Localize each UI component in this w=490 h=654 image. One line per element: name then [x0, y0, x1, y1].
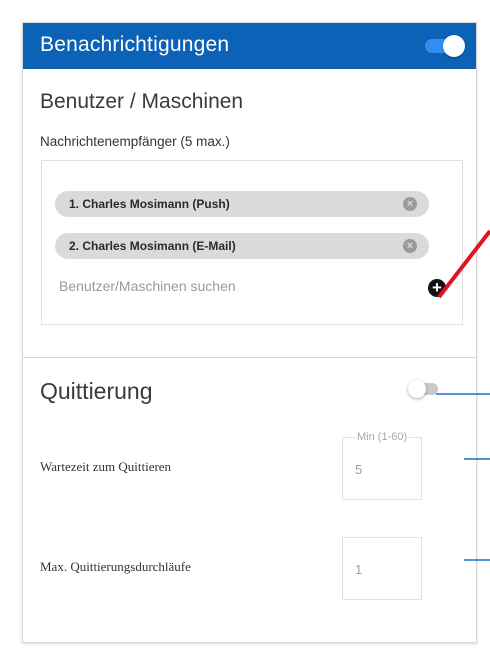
wait-time-value: 5 [355, 462, 363, 477]
notifications-toggle[interactable] [423, 35, 465, 57]
toggle-knob [443, 35, 465, 57]
plus-circle-icon[interactable]: + [428, 279, 446, 297]
recipients-box: 1. Charles Mosimann (Push) × 2. Charles … [41, 160, 463, 325]
panel-title: Benachrichtigungen [40, 33, 230, 56]
wait-time-input[interactable]: Min (1-60) 5 [342, 431, 422, 500]
recipient-chip: 1. Charles Mosimann (Push) × [55, 191, 429, 217]
wait-time-label: Wartezeit zum Quittieren [40, 459, 172, 474]
remove-circle-icon[interactable]: × [403, 197, 417, 211]
acknowledgement-section-title: Quittierung [40, 378, 153, 404]
max-runs-value: 1 [355, 562, 363, 577]
toggle-knob [408, 380, 426, 398]
remove-circle-icon[interactable]: × [403, 239, 417, 253]
recipient-chip-label: 1. Charles Mosimann (Push) [69, 197, 230, 211]
recipient-chip: 2. Charles Mosimann (E-Mail) × [55, 233, 429, 259]
section-divider [23, 357, 476, 358]
max-runs-input[interactable]: 1 [342, 537, 422, 600]
panel-header: Benachrichtigungen [23, 23, 476, 69]
acknowledgement-toggle[interactable] [408, 379, 440, 399]
users-section-title: Benutzer / Maschinen [40, 90, 244, 113]
user-search-input[interactable]: Benutzer/Maschinen suchen [59, 278, 236, 294]
notification-panel: Benachrichtigungen Benutzer / Maschinen … [22, 22, 477, 643]
wait-time-hint: Min (1-60) [355, 431, 410, 443]
max-runs-label: Max. Quittierungsdurchläufe [40, 559, 191, 574]
recipients-subtitle: Nachrichtenempfänger (5 max.) [40, 134, 230, 149]
recipient-chip-label: 2. Charles Mosimann (E-Mail) [69, 239, 236, 253]
